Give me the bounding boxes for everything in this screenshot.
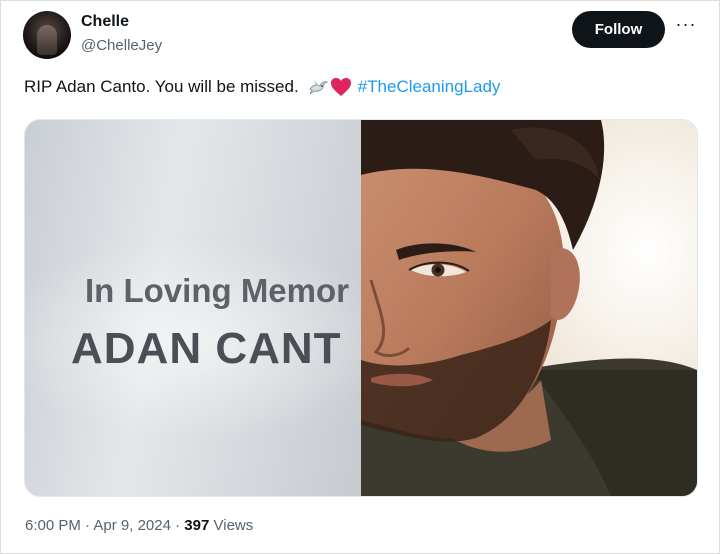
memorial-name: ADAN CANT (71, 324, 342, 373)
tweet-time[interactable]: 6:00 PM (25, 517, 81, 534)
tweet-body: RIP Adan Canto. You will be missed. (24, 77, 299, 96)
avatar[interactable] (23, 11, 71, 59)
tweet-media[interactable]: In Loving Memor ADAN CANT (24, 119, 698, 497)
tweet-date[interactable]: Apr 9, 2024 (93, 517, 171, 534)
display-name[interactable]: Chelle (81, 13, 129, 31)
tweet-meta: 6:00 PM · Apr 9, 2024 · 397 Views (25, 517, 253, 534)
portrait-photo (361, 120, 697, 496)
red-heart-icon (330, 78, 351, 96)
avatar-figure (37, 25, 57, 55)
dove-icon (308, 80, 329, 95)
portrait-illustration (361, 120, 697, 496)
views-label: Views (213, 517, 254, 534)
memorial-text-image: In Loving Memor ADAN CANT (25, 120, 361, 496)
memorial-heading: In Loving Memor (85, 272, 349, 309)
more-options-icon[interactable]: ··· (673, 15, 699, 39)
tweet-card: Chelle @ChelleJey Follow ··· RIP Adan Ca… (0, 0, 720, 554)
tweet-text: RIP Adan Canto. You will be missed. #The… (24, 77, 500, 97)
user-handle[interactable]: @ChelleJey (81, 37, 162, 54)
emoji-group (307, 77, 352, 97)
hashtag-link[interactable]: #TheCleaningLady (358, 77, 501, 97)
follow-button[interactable]: Follow (572, 11, 665, 48)
meta-separator: · (85, 517, 91, 534)
views-count: 397 (184, 517, 210, 534)
meta-separator-2: · (175, 517, 181, 534)
